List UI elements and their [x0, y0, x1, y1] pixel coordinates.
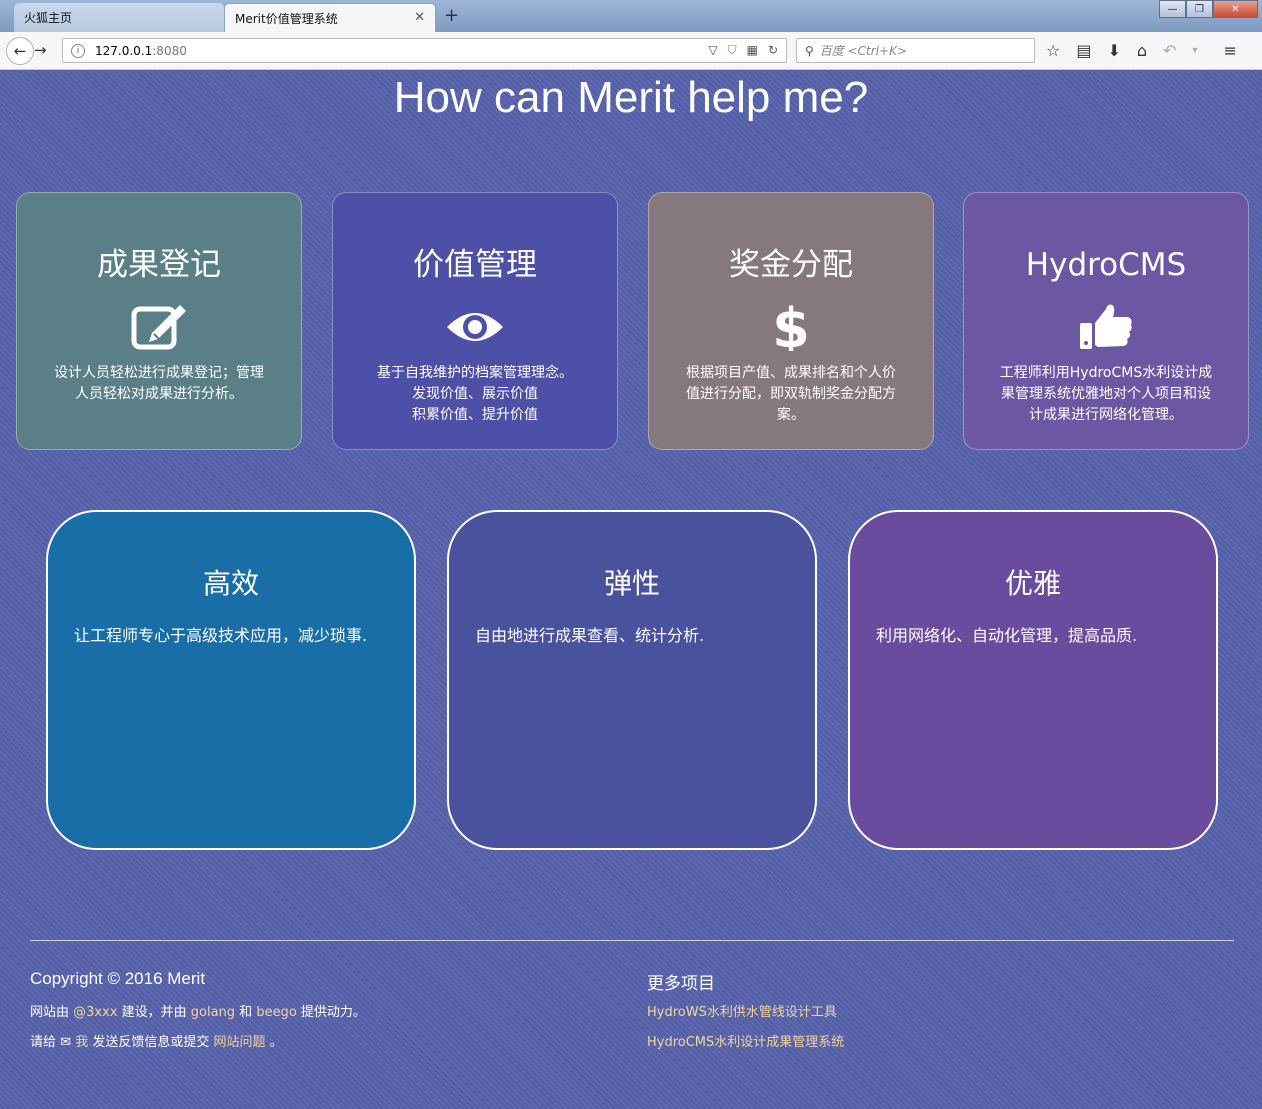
page-content: How can Merit help me? 成果登记 设计人员轻松进行成果登记…: [0, 71, 1262, 1109]
card-hydrocms[interactable]: HydroCMS 工程师利用HydroCMS水利设计成 果管理系统优雅地对个人项…: [963, 192, 1249, 450]
arrow-left-icon: ←: [13, 42, 27, 60]
back-button[interactable]: ←: [6, 37, 34, 65]
menu-icon[interactable]: ≡: [1223, 41, 1236, 60]
footer-feedback: 请给 ✉ 我 发送反馈信息或提交 网站问题 。: [30, 1031, 283, 1050]
search-icon: ⚲: [805, 43, 814, 58]
info-icon[interactable]: i: [71, 43, 85, 58]
author-link[interactable]: @3xxx: [73, 1005, 117, 1020]
golang-link[interactable]: golang: [191, 1005, 235, 1020]
footer-text: 请给: [30, 1035, 61, 1050]
feature-flexible: 弹性 自由地进行成果查看、统计分析.: [447, 510, 817, 850]
issues-link[interactable]: 网站问题: [213, 1035, 265, 1050]
reading-list-icon[interactable]: ▤: [1076, 41, 1091, 60]
shield-icon[interactable]: ⛉: [728, 43, 737, 58]
dropdown-icon[interactable]: ▾: [1192, 45, 1197, 60]
dollar-icon: $: [649, 301, 933, 351]
card-bonus-distribution[interactable]: 奖金分配 $ 根据项目产值、成果排名和个人价 值进行分配，即双轨制奖金分配方 案…: [648, 192, 934, 450]
tab-label: 火狐主页: [24, 11, 73, 25]
browser-titlebar: 火狐主页 Merit价值管理系统 ✕ + — ❐ ✕: [0, 0, 1262, 32]
feature-efficient: 高效 让工程师专心于高级技术应用，减少琐事.: [46, 510, 416, 850]
footer-credits: 网站由 @3xxx 建设，并由 golang 和 beego 提供动力。: [30, 1001, 366, 1020]
tab-label: Merit价值管理系统: [235, 11, 338, 26]
feature-title: 优雅: [1004, 567, 1061, 600]
card-desc: 基于自我维护的档案管理理念。 发现价值、展示价值 积累价值、提升价值: [377, 365, 573, 423]
url-bar[interactable]: i 127.0.0.1:8080 ▽ ⛉ ▦ ↻: [62, 38, 787, 63]
home-icon[interactable]: ⌂: [1137, 41, 1147, 60]
footer-divider: [30, 940, 1234, 941]
thumbs-up-icon: [964, 301, 1248, 351]
feature-desc: 利用网络化、自动化管理，提高品质.: [876, 626, 1138, 645]
dropdown-icon[interactable]: ▽: [708, 43, 717, 58]
project-link-hydrows[interactable]: HydroWS水利供水管线设计工具: [647, 1001, 837, 1020]
close-icon[interactable]: ✕: [414, 10, 425, 25]
url-port: :8080: [152, 43, 187, 58]
card-title: 价值管理: [413, 247, 537, 283]
svg-text:$: $: [772, 301, 810, 351]
bookmark-star-icon[interactable]: ☆: [1046, 41, 1060, 60]
search-input[interactable]: ⚲ 百度 <Ctrl+K>: [796, 38, 1035, 63]
footer-text: 发送反馈信息或提交: [88, 1035, 214, 1050]
footer-text: 建设，并由: [117, 1005, 191, 1020]
feedback-link[interactable]: 我: [75, 1035, 88, 1050]
search-placeholder: 百度 <Ctrl+K>: [819, 44, 907, 58]
beego-link[interactable]: beego: [256, 1005, 296, 1020]
feature-elegant: 优雅 利用网络化、自动化管理，提高品质.: [848, 510, 1218, 850]
edit-icon: [17, 301, 301, 351]
card-title: 成果登记: [97, 247, 221, 283]
card-desc: 根据项目产值、成果排名和个人价 值进行分配，即双轨制奖金分配方 案。: [686, 365, 896, 423]
qr-code-icon[interactable]: ▦: [747, 43, 758, 58]
url-host: 127.0.0.1: [95, 43, 153, 58]
card-registration[interactable]: 成果登记 设计人员轻松进行成果登记；管理 人员轻松对成果进行分析。: [16, 192, 302, 450]
footer-text: 网站由: [30, 1005, 74, 1020]
feature-title: 弹性: [603, 567, 660, 600]
card-desc: 工程师利用HydroCMS水利设计成 果管理系统优雅地对个人项目和设 计成果进行…: [999, 365, 1213, 423]
toolbar-icons: ☆ ▤ ⬇ ⌂ ↶ ▾ ≡: [1046, 41, 1237, 60]
project-link-hydrocms[interactable]: HydroCMS水利设计成果管理系统: [647, 1031, 844, 1050]
url-tools: ▽ ⛉ ▦ ↻: [708, 43, 778, 58]
browser-navbar: ← → i 127.0.0.1:8080 ▽ ⛉ ▦ ↻ ⚲ 百度 <Ctrl+…: [0, 32, 1262, 70]
undo-icon[interactable]: ↶: [1163, 41, 1176, 60]
card-value-management[interactable]: 价值管理 基于自我维护的档案管理理念。 发现价值、展示价值 积累价值、提升价值: [332, 192, 618, 450]
envelope-icon: ✉: [60, 1035, 72, 1050]
window-controls: — ❐ ✕: [1159, 0, 1258, 18]
tab-firefox-home[interactable]: 火狐主页: [14, 3, 224, 32]
download-icon[interactable]: ⬇: [1107, 41, 1120, 60]
restore-icon[interactable]: ❐: [1186, 0, 1213, 18]
card-title: 奖金分配: [729, 247, 853, 283]
minimize-icon[interactable]: —: [1159, 0, 1186, 18]
tab-merit[interactable]: Merit价值管理系统 ✕: [224, 3, 436, 32]
close-window-icon[interactable]: ✕: [1213, 0, 1258, 18]
reload-icon[interactable]: ↻: [768, 43, 778, 58]
forward-button[interactable]: →: [34, 41, 47, 59]
footer-copyright: Copyright © 2016 Merit: [30, 969, 206, 988]
footer-text: 提供动力。: [296, 1005, 366, 1020]
new-tab-button[interactable]: +: [444, 5, 459, 26]
hero-title: How can Merit help me?: [393, 73, 869, 122]
feature-desc: 自由地进行成果查看、统计分析.: [475, 626, 705, 645]
feature-desc: 让工程师专心于高级技术应用，减少琐事.: [74, 626, 368, 645]
footer-text: 。: [265, 1035, 283, 1050]
feature-title: 高效: [202, 567, 259, 600]
card-title: HydroCMS: [1025, 247, 1187, 283]
eye-icon: [333, 301, 617, 351]
more-projects-title: 更多项目: [647, 974, 715, 994]
card-desc: 设计人员轻松进行成果登记；管理 人员轻松对成果进行分析。: [54, 365, 264, 402]
footer-text: 和: [235, 1005, 257, 1020]
